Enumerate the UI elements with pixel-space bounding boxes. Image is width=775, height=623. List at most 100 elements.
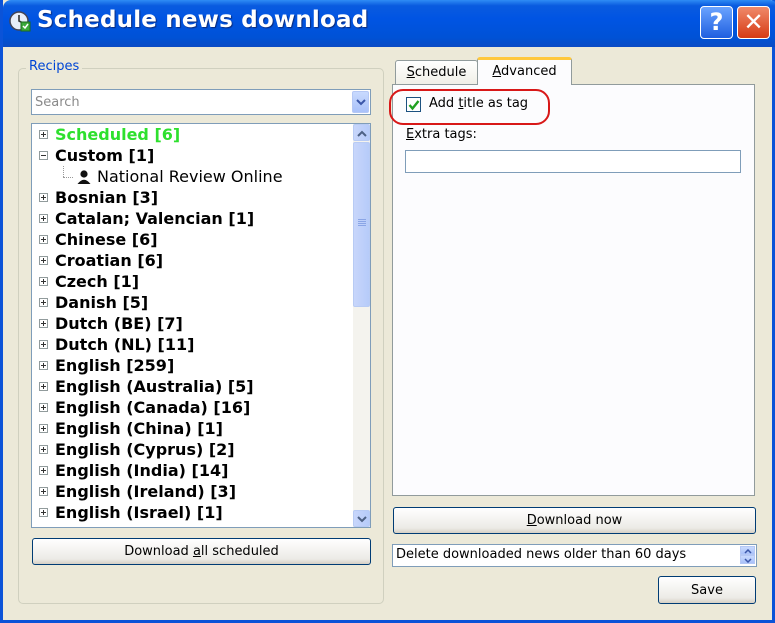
tree-category-item[interactable]: English (Ireland) [3] (32, 481, 354, 502)
tree-item-label: National Review Online (97, 167, 283, 186)
extra-tags-label-text: xtra tags: (414, 127, 477, 142)
tab-advanced-mnemonic: A (492, 64, 502, 79)
search-input[interactable] (32, 90, 350, 114)
tree-item-label: English (India) [14] (55, 461, 229, 480)
search-dropdown-button[interactable] (352, 91, 369, 113)
tab-schedule-label: chedule (414, 65, 467, 80)
tree-category-item[interactable]: English [259] (32, 355, 354, 376)
download-all-label-mnemonic: a (192, 544, 201, 559)
tree-category-item[interactable]: Bosnian [3] (32, 187, 354, 208)
tree-category-item[interactable]: Croatian [6] (32, 250, 354, 271)
close-button[interactable]: ✕ (737, 6, 770, 39)
tree-item-label: Scheduled [6] (55, 125, 181, 144)
tree-category-item[interactable]: Dutch (BE) [7] (32, 313, 354, 334)
tree-category-item[interactable]: Danish [5] (32, 292, 354, 313)
download-now-mnemonic: D (526, 513, 537, 528)
help-button[interactable]: ? (700, 6, 733, 39)
chevron-down-icon (356, 99, 366, 106)
tree-category-item[interactable]: Czech [1] (32, 271, 354, 292)
tree-item-label: English (Israel) [1] (55, 503, 223, 522)
tree-item-label: Bosnian [3] (55, 188, 159, 207)
red-annotation-oval (389, 89, 550, 125)
advanced-tab-panel (392, 84, 755, 496)
tree-item-label: English (Cyprus) [2] (55, 440, 235, 459)
tree-category-item[interactable]: Catalan; Valencian [1] (32, 208, 354, 229)
spin-buttons (740, 546, 755, 565)
tab-advanced[interactable]: Advanced (477, 57, 572, 85)
expand-plus-icon[interactable] (39, 193, 48, 202)
download-now-button[interactable]: Download now (393, 507, 756, 534)
tree-category-item[interactable]: English (Cyprus) [2] (32, 439, 354, 460)
expand-plus-icon[interactable] (39, 130, 48, 139)
chevron-up-icon (744, 549, 752, 554)
tree-vertical-scrollbar[interactable] (353, 124, 370, 527)
tree-category-item[interactable]: English (Israel) [1] (32, 502, 354, 523)
expand-plus-icon[interactable] (39, 277, 48, 286)
download-now-label: ownload now (536, 513, 623, 528)
expand-plus-icon[interactable] (39, 214, 48, 223)
tree-item-label: Dutch (NL) [11] (55, 335, 195, 354)
tab-schedule[interactable]: Schedule (395, 60, 478, 85)
expand-plus-icon[interactable] (39, 445, 48, 454)
scroll-down-button[interactable] (353, 510, 370, 527)
expand-plus-icon[interactable] (39, 256, 48, 265)
expand-plus-icon[interactable] (39, 235, 48, 244)
download-all-label-post: ll scheduled (200, 544, 279, 559)
extra-tags-mnemonic: E (406, 127, 415, 142)
chevron-down-icon (357, 516, 367, 523)
collapse-minus-icon[interactable] (39, 151, 48, 160)
expand-plus-icon[interactable] (39, 508, 48, 517)
tree-item-label: Danish [5] (55, 293, 149, 312)
tree-item-label: Dutch (BE) [7] (55, 314, 183, 333)
spin-down-button[interactable] (740, 555, 755, 564)
tree-item-label: English (New Zealand) [2] (55, 523, 289, 527)
calibre-schedule-icon (9, 10, 31, 32)
tree-item-label: English (China) [1] (55, 419, 223, 438)
tree-item-label: English [259] (55, 356, 175, 375)
tab-advanced-label: dvanced (501, 64, 557, 79)
scroll-up-button[interactable] (353, 124, 370, 141)
search-combobox[interactable] (31, 89, 371, 115)
tree-category-item[interactable]: Dutch (NL) [11] (32, 334, 354, 355)
save-button[interactable]: Save (658, 576, 756, 604)
expand-plus-icon[interactable] (39, 319, 48, 328)
tree-item-label: Czech [1] (55, 272, 140, 291)
tree-category-item[interactable]: English (New Zealand) [2] (32, 523, 354, 527)
delete-older-text: Delete downloaded news older than 60 day… (396, 547, 687, 562)
extra-tags-label: Extra tags: (406, 127, 477, 142)
tree-child-item[interactable]: National Review Online (32, 166, 354, 187)
title-bar[interactable]: Schedule news download ? ✕ (3, 0, 775, 47)
expand-plus-icon[interactable] (39, 424, 48, 433)
tree-category-item[interactable]: English (India) [14] (32, 460, 354, 481)
tree-category-item[interactable]: English (China) [1] (32, 418, 354, 439)
expand-plus-icon[interactable] (39, 466, 48, 475)
scroll-thumb[interactable] (353, 142, 370, 307)
delete-older-spinbox[interactable]: Delete downloaded news older than 60 day… (392, 544, 757, 567)
tree-item-label: Catalan; Valencian [1] (55, 209, 255, 228)
recipes-group-label: Recipes (26, 59, 83, 74)
tree-item-label: Chinese [6] (55, 230, 158, 249)
spin-up-button[interactable] (740, 546, 755, 555)
tree-category-item[interactable]: Custom [1] (32, 145, 354, 166)
recipes-tree[interactable]: Scheduled [6] Custom [1] National Review O… (31, 123, 371, 528)
chevron-down-icon (744, 558, 752, 563)
tree-item-label: Custom [1] (55, 146, 155, 165)
tab-schedule-mnemonic: S (406, 65, 415, 80)
expand-plus-icon[interactable] (39, 340, 48, 349)
extra-tags-input[interactable] (405, 150, 741, 173)
tree-category-item[interactable]: Chinese [6] (32, 229, 354, 250)
expand-plus-icon[interactable] (39, 298, 48, 307)
chevron-up-icon (357, 130, 367, 137)
tree-category-item[interactable]: English (Canada) [16] (32, 397, 354, 418)
tree-category-item[interactable]: English (Australia) [5] (32, 376, 354, 397)
tree-category-item[interactable]: Scheduled [6] (32, 124, 354, 145)
expand-plus-icon[interactable] (39, 487, 48, 496)
expand-plus-icon[interactable] (39, 403, 48, 412)
expand-plus-icon[interactable] (39, 382, 48, 391)
tree-item-label: English (Australia) [5] (55, 377, 254, 396)
tree-connector-line (63, 177, 73, 178)
expand-plus-icon[interactable] (39, 361, 48, 370)
window-title: Schedule news download (37, 7, 369, 33)
download-all-scheduled-button[interactable]: Download all scheduled (32, 538, 371, 565)
tree-connector-line (63, 166, 64, 177)
